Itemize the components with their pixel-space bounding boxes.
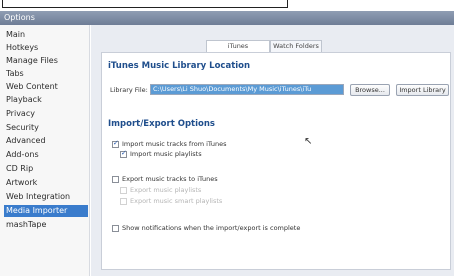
sidebar-item-main[interactable]: Main	[4, 29, 88, 41]
library-section-title: iTunes Music Library Location	[108, 61, 251, 71]
export-tracks-label: Export music tracks to iTunes	[122, 175, 218, 183]
sidebar-item-artwork[interactable]: Artwork	[4, 177, 88, 189]
show-notifications-label: Show notifications when the import/expor…	[122, 224, 301, 232]
tab-watch-folders[interactable]: Watch Folders	[270, 40, 322, 52]
sidebar-item-add-ons[interactable]: Add-ons	[4, 149, 88, 161]
import-playlists-label: Import music playlists	[130, 150, 202, 158]
import-tracks-label: Import music tracks from iTunes	[122, 140, 227, 148]
import-playlists-checkbox[interactable]	[120, 149, 127, 158]
library-file-label: Library File:	[110, 86, 148, 94]
sidebar: Main Hotkeys Manage Files Tabs Web Conte…	[0, 25, 90, 276]
top-outline-box	[2, 0, 288, 8]
import-tracks-checkbox[interactable]	[112, 139, 119, 148]
window-title: Options	[4, 13, 35, 22]
sidebar-item-playback[interactable]: Playback	[4, 94, 88, 106]
tab-itunes-import-export[interactable]: iTunes Import/Export	[206, 40, 270, 61]
top-band	[0, 0, 454, 10]
export-playlists-label: Export music playlists	[130, 186, 202, 194]
sidebar-item-advanced[interactable]: Advanced	[4, 135, 88, 147]
sidebar-item-cd-rip[interactable]: CD Rip	[4, 163, 88, 175]
sidebar-item-web-integration[interactable]: Web Integration	[4, 191, 88, 203]
sidebar-item-web-content[interactable]: Web Content	[4, 81, 88, 93]
sidebar-item-manage-files[interactable]: Manage Files	[4, 55, 88, 67]
show-notifications-checkbox[interactable]	[112, 225, 119, 232]
sidebar-item-privacy[interactable]: Privacy	[4, 108, 88, 120]
export-smart-playlists-label: Export music smart playlists	[130, 197, 223, 205]
sidebar-item-tabs[interactable]: Tabs	[4, 68, 88, 80]
import-library-button[interactable]: Import Library	[396, 84, 449, 96]
export-smart-playlists-checkbox	[120, 198, 127, 205]
library-path-field[interactable]: C:\Users\Li Shuo\Documents\My Music\iTun…	[150, 84, 344, 95]
import-export-section-title: Import/Export Options	[108, 119, 215, 129]
sidebar-item-media-importer[interactable]: Media Importer	[4, 205, 88, 217]
mouse-pointer-icon: ↖	[304, 136, 313, 147]
export-tracks-checkbox[interactable]	[112, 176, 119, 183]
sidebar-item-hotkeys[interactable]: Hotkeys	[4, 42, 88, 54]
export-playlists-checkbox	[120, 187, 127, 194]
browse-button[interactable]: Browse...	[350, 84, 390, 96]
title-bar: Options	[0, 11, 454, 25]
settings-panel: iTunes Music Library Location Library Fi…	[101, 52, 451, 270]
sidebar-item-mashtape[interactable]: mashTape	[4, 219, 88, 231]
sidebar-item-security[interactable]: Security	[4, 122, 88, 134]
content-area: iTunes Import/Export Watch Folders iTune…	[91, 25, 454, 276]
